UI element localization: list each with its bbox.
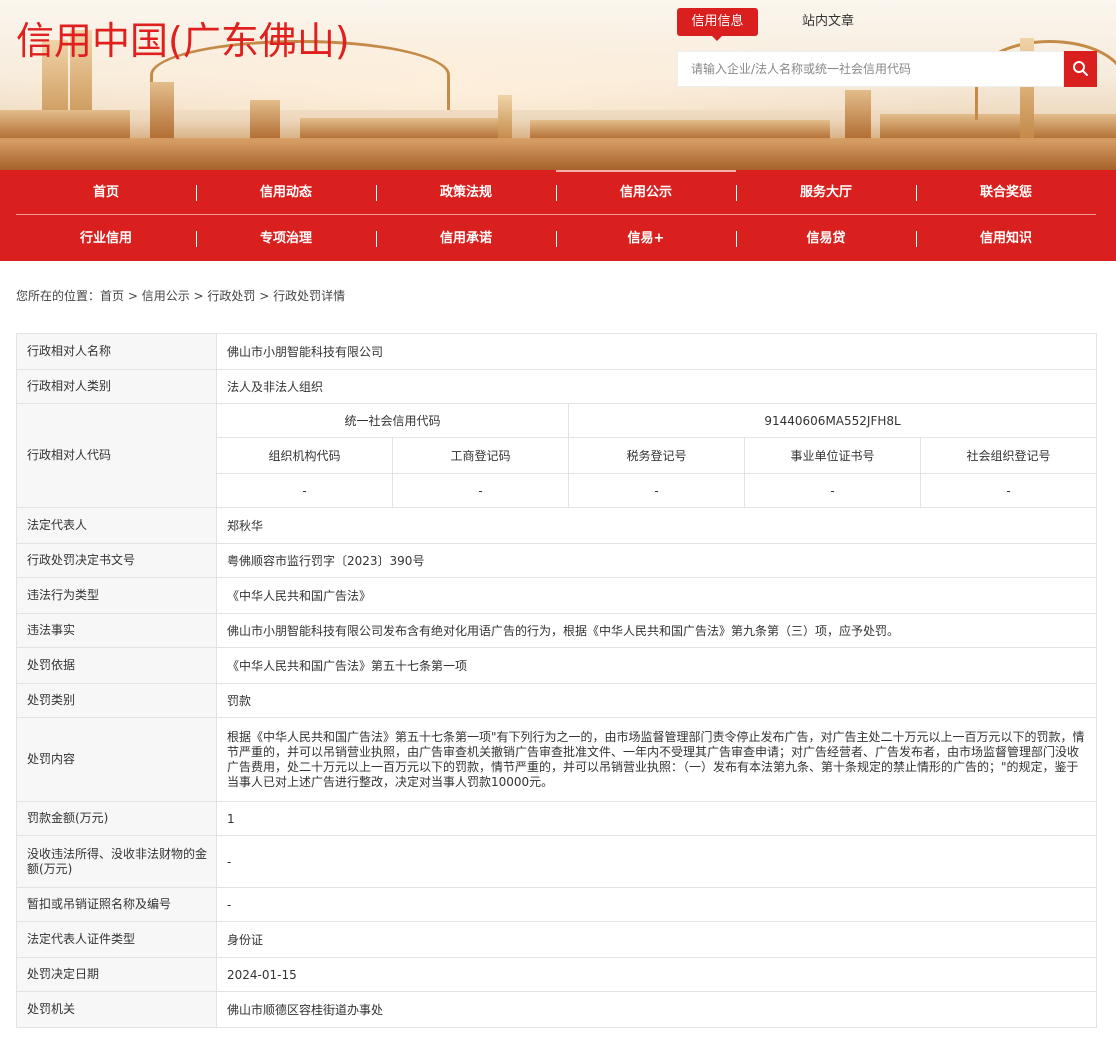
org-code-value: - — [216, 473, 393, 508]
penalty-type-label: 处罚类别 — [16, 683, 217, 718]
banner-pagoda — [250, 100, 280, 140]
table-row: 罚款金额(万元) 1 — [16, 801, 1098, 836]
site-title: 信用中国(广东佛山) — [16, 19, 350, 63]
party-name-label: 行政相对人名称 — [16, 333, 217, 370]
nav-item-xinyi-plus[interactable]: 信易+ — [556, 216, 736, 261]
nav-item-credit-news[interactable]: 信用动态 — [196, 170, 376, 214]
nav-row-2: 行业信用 专项治理 信用承诺 信易+ 信易贷 信用知识 — [16, 216, 1096, 261]
content-label: 处罚内容 — [16, 717, 217, 802]
table-row: 法定代表人 郑秋华 — [16, 507, 1098, 544]
nav-item-home[interactable]: 首页 — [16, 170, 196, 214]
table-row: 没收违法所得、没收非法财物的金额(万元) - — [16, 835, 1098, 888]
search-tabs: 信用信息 站内文章 — [677, 8, 868, 41]
fine-label: 罚款金额(万元) — [16, 801, 217, 836]
facts-value: 佛山市小朋智能科技有限公司发布含有绝对化用语广告的行为，根据《中华人民共和国广告… — [215, 613, 1098, 648]
institution-cert-header: 事业单位证书号 — [744, 437, 921, 474]
table-row: 违法事实 佛山市小朋智能科技有限公司发布含有绝对化用语广告的行为，根据《中华人民… — [16, 613, 1098, 648]
table-row: 处罚类别 罚款 — [16, 683, 1098, 718]
business-reg-header: 工商登记码 — [392, 437, 569, 474]
tax-reg-header: 税务登记号 — [568, 437, 745, 474]
license-label: 暂扣或吊销证照名称及编号 — [16, 887, 217, 922]
penalty-type-value: 罚款 — [215, 683, 1098, 718]
breadcrumb-link-home[interactable]: 首页 — [100, 288, 124, 304]
confiscation-label: 没收违法所得、没收非法财物的金额(万元) — [16, 835, 217, 888]
table-row: 法定代表人证件类型 身份证 — [16, 921, 1098, 958]
nav-item-rewards-penalties[interactable]: 联合奖惩 — [916, 170, 1096, 214]
table-row: 行政相对人代码 统一社会信用代码 91440606MA552JFH8L — [16, 403, 1098, 508]
breadcrumb-current: 行政处罚详情 — [273, 289, 346, 303]
nav-item-credit-publicity[interactable]: 信用公示 — [556, 170, 736, 214]
search-icon — [1073, 61, 1088, 76]
table-row: 处罚内容 根据《中华人民共和国广告法》第五十七条第一项"有下列行为之一的，由市场… — [16, 717, 1098, 802]
table-row: 行政处罚决定书文号 粤佛顺容市监行罚字〔2023〕390号 — [16, 543, 1098, 578]
breadcrumb-link-credit-publicity[interactable]: 信用公示 — [142, 288, 190, 304]
business-reg-value: - — [392, 473, 569, 508]
legal-rep-value: 郑秋华 — [215, 507, 1098, 544]
breadcrumb-separator: > — [189, 289, 208, 303]
banner-pagoda — [150, 82, 174, 140]
table-row: 行政相对人类别 法人及非法人组织 — [16, 369, 1098, 404]
search-input[interactable]: 请输入企业/法人名称或统一社会信用代码 — [677, 51, 1064, 87]
table-row: 暂扣或吊销证照名称及编号 - — [16, 887, 1098, 922]
id-type-value: 身份证 — [215, 921, 1098, 958]
nav-item-special-governance[interactable]: 专项治理 — [196, 216, 376, 261]
table-row: 处罚机关 佛山市顺德区容桂街道办事处 — [16, 991, 1098, 1028]
doc-no-label: 行政处罚决定书文号 — [16, 543, 217, 578]
party-name-value: 佛山市小朋智能科技有限公司 — [215, 333, 1098, 370]
party-type-value: 法人及非法人组织 — [215, 369, 1098, 404]
authority-label: 处罚机关 — [16, 991, 217, 1028]
table-row: 违法行为类型 《中华人民共和国广告法》 — [16, 577, 1098, 614]
banner-building — [530, 120, 830, 140]
penalty-detail-table: 行政相对人名称 佛山市小朋智能科技有限公司 行政相对人类别 法人及非法人组织 行… — [16, 333, 1098, 1028]
breadcrumb-prefix: 您所在的位置： — [16, 289, 101, 303]
tab-site-articles[interactable]: 站内文章 — [788, 8, 868, 36]
breadcrumb: 您所在的位置： 首页 > 信用公示 > 行政处罚 > 行政处罚详情 — [16, 288, 345, 304]
id-type-label: 法定代表人证件类型 — [16, 921, 217, 958]
org-code-header: 组织机构代码 — [216, 437, 393, 474]
nav-item-service-hall[interactable]: 服务大厅 — [736, 170, 916, 214]
tab-credit-info[interactable]: 信用信息 — [677, 8, 758, 41]
decision-date-label: 处罚决定日期 — [16, 957, 217, 992]
table-row: 处罚决定日期 2024-01-15 — [16, 957, 1098, 992]
nav-item-credit-commitment[interactable]: 信用承诺 — [376, 216, 556, 261]
breadcrumb-separator: > — [255, 289, 274, 303]
authority-value: 佛山市顺德区容桂街道办事处 — [215, 991, 1098, 1028]
banner-tower — [498, 95, 512, 140]
party-type-label: 行政相对人类别 — [16, 369, 217, 404]
social-org-value: - — [919, 473, 1098, 508]
tax-reg-value: - — [568, 473, 745, 508]
breadcrumb-link-admin-penalty[interactable]: 行政处罚 — [207, 288, 255, 304]
nav-item-policies[interactable]: 政策法规 — [376, 170, 556, 214]
banner-water — [0, 138, 1116, 170]
nav-item-credit-knowledge[interactable]: 信用知识 — [916, 216, 1096, 261]
banner-building — [300, 118, 500, 140]
banner-pagoda — [845, 90, 871, 140]
license-value: - — [215, 887, 1098, 922]
violation-type-value: 《中华人民共和国广告法》 — [215, 577, 1098, 614]
decision-date-value: 2024-01-15 — [215, 957, 1098, 992]
nav-item-industry-credit[interactable]: 行业信用 — [16, 216, 196, 261]
table-row: 处罚依据 《中华人民共和国广告法》第五十七条第一项 — [16, 647, 1098, 684]
basis-label: 处罚依据 — [16, 647, 217, 684]
content-value: 根据《中华人民共和国广告法》第五十七条第一项"有下列行为之一的，由市场监督管理部… — [215, 717, 1098, 802]
search-button[interactable] — [1064, 51, 1097, 87]
uscc-label: 统一社会信用代码 — [216, 403, 569, 438]
main-nav: 首页 信用动态 政策法规 信用公示 服务大厅 联合奖惩 行业信用 专项治理 信用… — [0, 170, 1116, 261]
doc-no-value: 粤佛顺容市监行罚字〔2023〕390号 — [215, 543, 1098, 578]
violation-type-label: 违法行为类型 — [16, 577, 217, 614]
party-code-label: 行政相对人代码 — [16, 403, 217, 508]
basis-value: 《中华人民共和国广告法》第五十七条第一项 — [215, 647, 1098, 684]
legal-rep-label: 法定代表人 — [16, 507, 217, 544]
facts-label: 违法事实 — [16, 613, 217, 648]
confiscation-value: - — [215, 835, 1098, 888]
fine-value: 1 — [215, 801, 1098, 836]
nav-row-1: 首页 信用动态 政策法规 信用公示 服务大厅 联合奖惩 — [16, 170, 1096, 215]
institution-cert-value: - — [744, 473, 921, 508]
social-org-header: 社会组织登记号 — [919, 437, 1098, 474]
banner-building — [0, 110, 130, 140]
table-row: 行政相对人名称 佛山市小朋智能科技有限公司 — [16, 333, 1098, 370]
breadcrumb-separator: > — [124, 289, 142, 303]
nav-item-xinyi-loan[interactable]: 信易贷 — [736, 216, 916, 261]
uscc-value: 91440606MA552JFH8L — [567, 403, 1098, 438]
